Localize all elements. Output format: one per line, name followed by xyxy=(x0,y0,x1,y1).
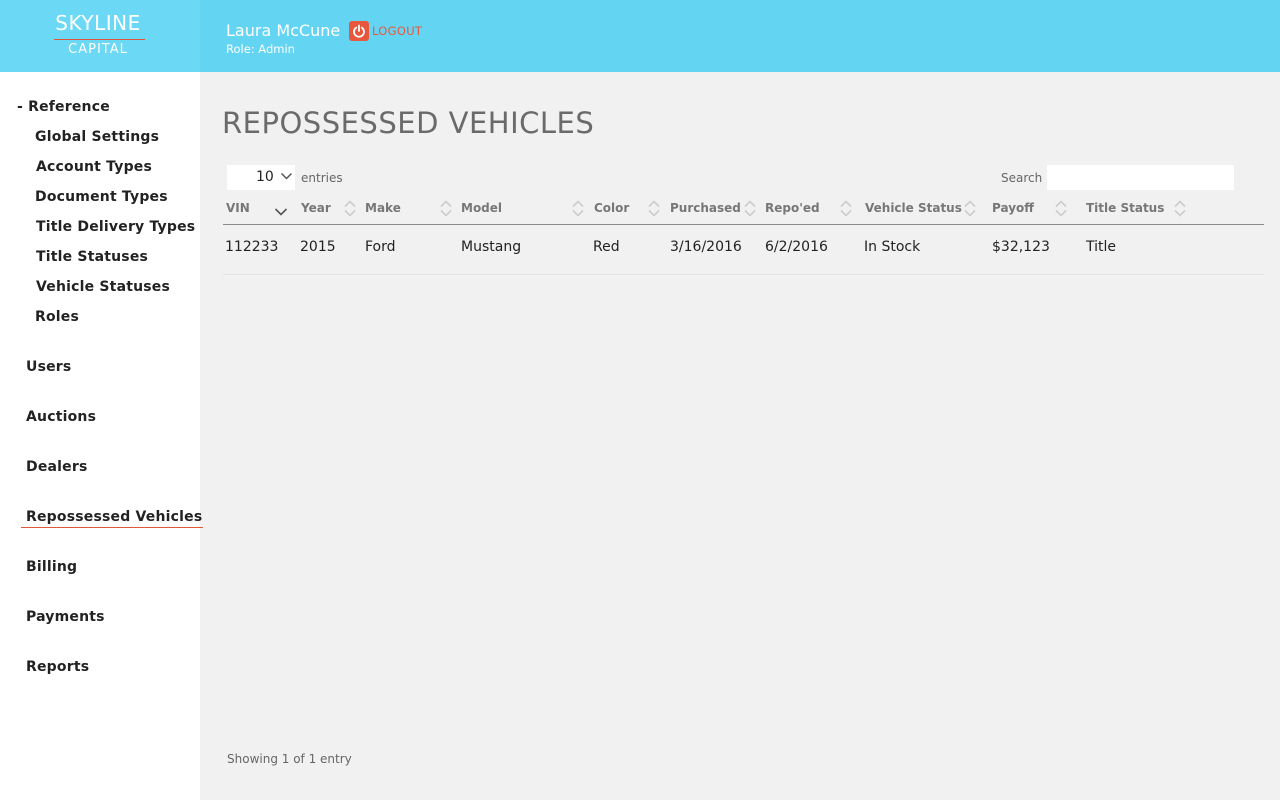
sidebar-item-repossessed-vehicles[interactable]: Repossessed Vehicles xyxy=(20,509,204,528)
sidebar: - Reference Global Settings Account Type… xyxy=(0,72,204,800)
sort-both-icon[interactable] xyxy=(647,200,661,217)
search-label: Search xyxy=(1001,171,1043,185)
column-header-year[interactable]: Year xyxy=(301,201,331,215)
sort-both-icon[interactable] xyxy=(1173,200,1187,217)
logo[interactable]: SKYLINE CAPITAL xyxy=(0,0,200,72)
column-header-make[interactable]: Make xyxy=(365,201,401,215)
entries-label: entries xyxy=(301,171,343,185)
logout-label: LOGOUT xyxy=(372,24,423,38)
sidebar-item-billing[interactable]: Billing xyxy=(26,559,77,575)
sidebar-item-users[interactable]: Users xyxy=(26,359,71,375)
sidebar-item-title-statuses[interactable]: Title Statuses xyxy=(36,249,148,265)
sort-desc-icon[interactable] xyxy=(274,207,288,217)
logo-text-top: SKYLINE xyxy=(55,11,141,35)
sort-both-icon[interactable] xyxy=(571,200,585,217)
column-header-title-status[interactable]: Title Status xyxy=(1086,201,1164,215)
logout-button[interactable]: LOGOUT xyxy=(349,21,422,41)
entries-select-value: 10 xyxy=(256,169,274,185)
search-input[interactable] xyxy=(1047,165,1234,190)
cell-vin: 112233 xyxy=(225,239,279,255)
cell-repoed: 6/2/2016 xyxy=(765,239,828,255)
cell-make: Ford xyxy=(365,239,396,255)
cell-title-status: Title xyxy=(1086,239,1117,255)
sidebar-item-document-types[interactable]: Document Types xyxy=(35,189,168,205)
sidebar-item-auctions[interactable]: Auctions xyxy=(26,409,96,425)
top-header: SKYLINE CAPITAL Laura McCune Role: Admin… xyxy=(0,0,1280,72)
column-header-vin[interactable]: VIN xyxy=(226,201,250,215)
cell-purchased: 3/16/2016 xyxy=(670,239,742,255)
sort-both-icon[interactable] xyxy=(439,200,453,217)
cell-year: 2015 xyxy=(300,239,336,255)
user-role: Role: Admin xyxy=(226,42,295,56)
entries-select[interactable]: 10 xyxy=(227,165,295,190)
sidebar-item-reference[interactable]: - Reference xyxy=(17,99,110,115)
chevron-down-icon xyxy=(280,172,293,180)
sidebar-item-account-types[interactable]: Account Types xyxy=(36,159,152,175)
column-header-model[interactable]: Model xyxy=(461,201,502,215)
cell-color: Red xyxy=(593,239,620,255)
cell-payoff: $32,123 xyxy=(992,239,1050,255)
sidebar-item-title-delivery-types[interactable]: Title Delivery Types xyxy=(36,219,195,235)
table-header-divider xyxy=(223,224,1264,225)
user-name: Laura McCune xyxy=(226,21,341,40)
sidebar-item-payments[interactable]: Payments xyxy=(26,609,105,625)
table-row-divider xyxy=(223,274,1264,275)
column-header-repoed[interactable]: Repo'ed xyxy=(765,201,820,215)
power-icon xyxy=(349,21,369,41)
cell-model: Mustang xyxy=(461,239,522,255)
table-info: Showing 1 of 1 entry xyxy=(227,752,352,766)
column-header-color[interactable]: Color xyxy=(594,201,629,215)
logo-divider xyxy=(54,39,145,40)
sidebar-item-reports[interactable]: Reports xyxy=(26,659,89,675)
page-title: REPOSSESSED VEHICLES xyxy=(222,106,595,140)
column-header-purchased[interactable]: Purchased xyxy=(670,201,741,215)
sort-both-icon[interactable] xyxy=(343,200,357,217)
sort-both-icon[interactable] xyxy=(963,200,977,217)
sort-both-icon[interactable] xyxy=(1054,200,1068,217)
sidebar-item-dealers[interactable]: Dealers xyxy=(26,459,88,475)
sidebar-item-vehicle-statuses[interactable]: Vehicle Statuses xyxy=(36,279,170,295)
logo-text-bottom: CAPITAL xyxy=(68,42,128,57)
cell-vehicle-status: In Stock xyxy=(864,239,921,255)
sort-both-icon[interactable] xyxy=(839,200,853,217)
column-header-payoff[interactable]: Payoff xyxy=(992,201,1034,215)
column-header-vehicle-status[interactable]: Vehicle Status xyxy=(865,201,962,215)
sidebar-item-roles[interactable]: Roles xyxy=(35,309,79,325)
sort-both-icon[interactable] xyxy=(743,200,757,217)
sidebar-item-global-settings[interactable]: Global Settings xyxy=(35,129,159,145)
